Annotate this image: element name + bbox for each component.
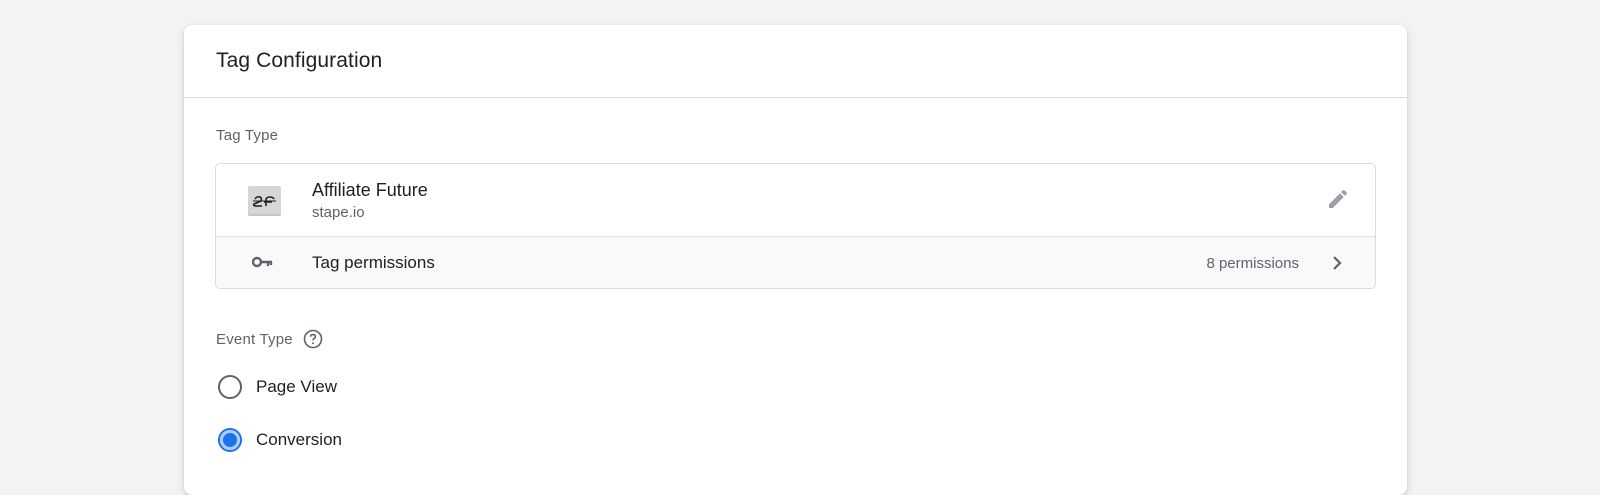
tag-type-label: Tag Type (216, 127, 279, 144)
event-type-label-row: Event Type (216, 329, 323, 349)
permissions-count: 8 permissions (1206, 255, 1299, 272)
page-view-radio[interactable] (218, 375, 242, 399)
tag-type-box: Affiliate Future stape.io Tag permission… (215, 163, 1376, 289)
tag-name: Affiliate Future (312, 180, 428, 200)
tag-permissions-row[interactable]: Tag permissions 8 permissions (216, 237, 1375, 288)
affiliate-future-logo-icon (248, 186, 281, 216)
key-icon (251, 255, 274, 274)
page-view-label: Page View (256, 377, 337, 396)
tag-configuration-card: Tag Configuration Tag Type Affiliate Fut… (184, 25, 1407, 495)
chevron-right-icon (1327, 253, 1347, 278)
tag-permissions-label: Tag permissions (312, 253, 435, 272)
tag-vendor: stape.io (312, 204, 365, 221)
radio-option-page-view[interactable]: Page View (218, 375, 337, 399)
radio-option-conversion[interactable]: Conversion (218, 428, 342, 452)
conversion-radio[interactable] (218, 428, 242, 452)
card-title: Tag Configuration (216, 49, 383, 72)
help-circle-icon[interactable] (303, 329, 323, 349)
tag-type-row[interactable]: Affiliate Future stape.io (216, 164, 1375, 237)
card-header: Tag Configuration (184, 25, 1407, 98)
pencil-icon (1326, 187, 1350, 216)
conversion-label: Conversion (256, 430, 342, 449)
edit-tag-type-button[interactable] (1323, 186, 1353, 216)
event-type-label: Event Type (216, 330, 293, 348)
